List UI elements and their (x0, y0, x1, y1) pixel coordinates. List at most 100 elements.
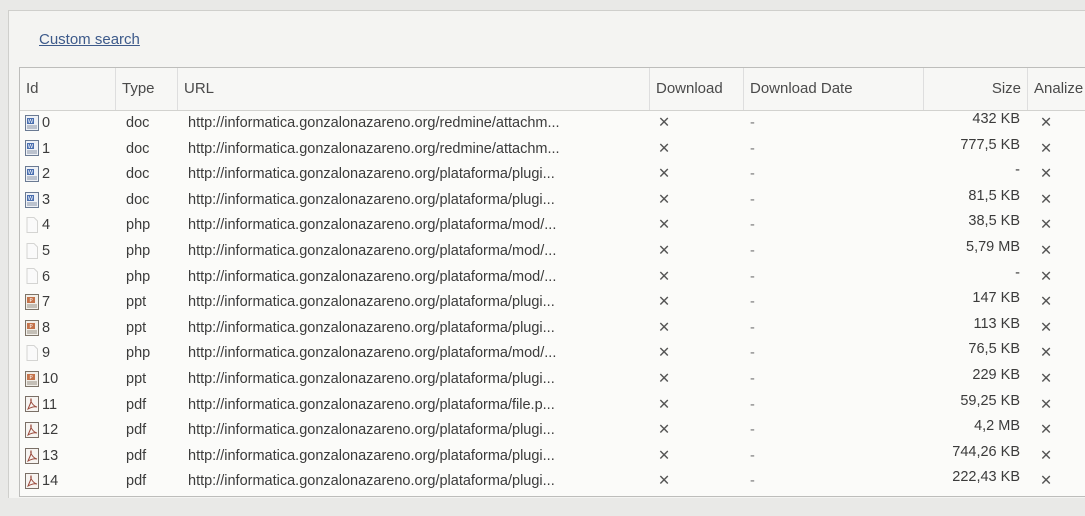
download-status-icon: ✕ (658, 242, 671, 259)
row-id: 14 (42, 473, 59, 490)
row-size: 4,2 MB (974, 418, 1020, 435)
row-id: 8 (42, 319, 51, 336)
analize-status-icon: ✕ (1040, 345, 1053, 362)
row-id-cell: 9 (24, 341, 114, 367)
row-size: - (1015, 264, 1020, 281)
row-download-date: - (750, 319, 755, 336)
row-id: 9 (42, 345, 51, 362)
download-status-icon: ✕ (658, 166, 671, 183)
row-url: http://informatica.gonzalonazareno.org/p… (188, 396, 555, 413)
row-size: - (1015, 162, 1020, 179)
column-header-url[interactable]: URL (178, 68, 650, 110)
row-id: 5 (42, 242, 51, 259)
row-id: 12 (42, 422, 59, 439)
download-status-icon: ✕ (658, 191, 671, 208)
custom-search-link[interactable]: Custom search (39, 31, 140, 48)
analize-status-icon: ✕ (1040, 242, 1053, 259)
row-id-cell: 11 (24, 393, 114, 419)
grid-header: Id Type URL Download Download Date Size … (20, 68, 1085, 111)
row-url: http://informatica.gonzalonazareno.org/r… (188, 115, 560, 131)
row-id: 10 (42, 370, 59, 387)
row-size: 229 KB (972, 366, 1020, 383)
row-download-date: - (750, 217, 755, 234)
row-id: 7 (42, 294, 51, 311)
analize-status-icon: ✕ (1040, 422, 1053, 439)
results-panel: Custom search Id Type URL Download Downl… (8, 10, 1085, 498)
row-download-date: - (750, 115, 755, 131)
row-url: http://informatica.gonzalonazareno.org/p… (188, 191, 555, 208)
column-header-analize[interactable]: Analize (1028, 68, 1085, 110)
analize-status-icon: ✕ (1040, 217, 1053, 234)
pdf-icon (24, 447, 40, 465)
row-url: http://informatica.gonzalonazareno.org/p… (188, 473, 555, 490)
row-size: 76,5 KB (968, 341, 1020, 358)
generic-file-icon (24, 242, 40, 260)
row-id: 4 (42, 217, 51, 234)
column-header-type[interactable]: Type (116, 68, 178, 110)
download-status-icon: ✕ (658, 217, 671, 234)
row-download-date: - (750, 345, 755, 362)
column-header-id[interactable]: Id (20, 68, 116, 110)
svg-text:W: W (28, 196, 34, 202)
download-status-icon: ✕ (658, 345, 671, 362)
row-size: 222,43 KB (952, 469, 1020, 486)
generic-file-icon (24, 216, 40, 234)
row-id: 13 (42, 447, 59, 464)
row-type: ppt (126, 319, 147, 336)
row-download-date: - (750, 396, 755, 413)
svg-text:W: W (28, 119, 34, 125)
row-size: 744,26 KB (952, 443, 1020, 460)
row-id-cell: 13 (24, 444, 114, 470)
analize-status-icon: ✕ (1040, 140, 1053, 157)
table-row[interactable]: 14 pdf http://informatica.gonzalonazareno.… (20, 469, 1085, 495)
row-download-date: - (750, 447, 755, 464)
word-document-icon: W (24, 114, 40, 132)
row-type: pdf (126, 422, 147, 439)
download-status-icon: ✕ (658, 115, 671, 131)
analize-status-icon: ✕ (1040, 370, 1053, 387)
row-download-date: - (750, 294, 755, 311)
word-document-icon: W (24, 139, 40, 157)
row-download-date: - (750, 166, 755, 183)
analize-status-icon: ✕ (1040, 115, 1053, 131)
row-url: http://informatica.gonzalonazareno.org/p… (188, 422, 555, 439)
download-status-icon: ✕ (658, 447, 671, 464)
analize-status-icon: ✕ (1040, 268, 1053, 285)
row-type: php (126, 345, 151, 362)
row-type: ppt (126, 294, 147, 311)
row-type: php (126, 268, 151, 285)
column-header-size[interactable]: Size (924, 68, 1028, 110)
download-status-icon: ✕ (658, 140, 671, 157)
file-results-grid[interactable]: Id Type URL Download Download Date Size … (19, 67, 1085, 497)
download-status-icon: ✕ (658, 268, 671, 285)
row-url: http://informatica.gonzalonazareno.org/p… (188, 447, 555, 464)
row-size: 113 KB (973, 315, 1021, 332)
row-download-date: - (750, 191, 755, 208)
generic-file-icon (24, 267, 40, 285)
row-size: 5,79 MB (966, 238, 1020, 255)
row-size: 147 KB (972, 290, 1020, 307)
row-url: http://informatica.gonzalonazareno.org/p… (188, 217, 557, 234)
row-url: http://informatica.gonzalonazareno.org/p… (188, 268, 557, 285)
row-type: ppt (126, 370, 147, 387)
column-header-download[interactable]: Download (650, 68, 744, 110)
row-id-cell: W3 (24, 188, 114, 214)
row-url: http://informatica.gonzalonazareno.org/p… (188, 166, 555, 183)
row-id: 6 (42, 268, 51, 285)
row-download-date: - (750, 268, 755, 285)
row-id-cell: P7 (24, 290, 114, 316)
download-status-icon: ✕ (658, 396, 671, 413)
row-id-cell: 12 (24, 418, 114, 444)
powerpoint-icon: P (24, 319, 40, 337)
row-type: doc (126, 115, 150, 131)
column-header-download-date[interactable]: Download Date (744, 68, 924, 110)
analize-status-icon: ✕ (1040, 396, 1053, 413)
row-type: php (126, 242, 151, 259)
pdf-icon (24, 395, 40, 413)
download-status-icon: ✕ (658, 294, 671, 311)
row-id-cell: W0 (24, 111, 114, 137)
download-status-icon: ✕ (658, 473, 671, 490)
analize-status-icon: ✕ (1040, 447, 1053, 464)
row-id: 2 (42, 166, 51, 183)
row-id: 3 (42, 191, 51, 208)
